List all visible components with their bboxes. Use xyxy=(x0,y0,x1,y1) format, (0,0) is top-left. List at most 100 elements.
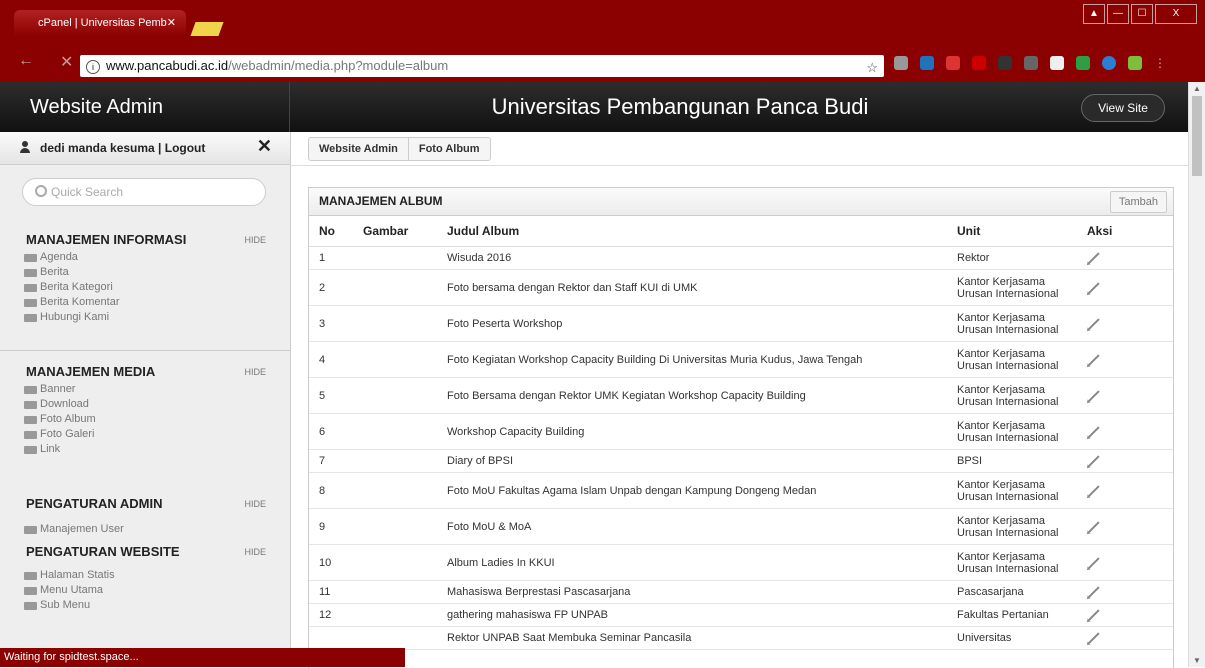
address-bar[interactable]: i www.pancabudi.ac.id/webadmin/media.php?… xyxy=(80,55,884,77)
sidebar-item-agenda[interactable]: Agenda xyxy=(24,250,266,265)
stop-icon[interactable]: ✕ xyxy=(60,52,73,72)
edit-pencil-icon[interactable] xyxy=(1088,484,1100,497)
view-site-button[interactable]: View Site xyxy=(1081,94,1165,122)
sidebar-item-sub-menu[interactable]: Sub Menu xyxy=(24,598,266,613)
sidebar-item-halaman-statis[interactable]: Halaman Statis xyxy=(24,568,266,583)
edit-pencil-icon[interactable] xyxy=(1088,281,1100,294)
hide-toggle[interactable]: HIDE xyxy=(244,542,266,562)
row-number: 7 xyxy=(309,449,353,473)
scroll-up-icon[interactable]: ▲ xyxy=(1193,84,1201,93)
edit-pencil-icon[interactable] xyxy=(1088,520,1100,533)
panel-title: MANAJEMEN ALBUM xyxy=(319,194,443,208)
row-image xyxy=(353,246,437,270)
edit-pencil-icon[interactable] xyxy=(1088,556,1100,569)
add-button[interactable]: Tambah xyxy=(1109,191,1167,213)
row-actions xyxy=(1077,603,1173,627)
sidebar-item-berita-komentar[interactable]: Berita Komentar xyxy=(24,295,266,310)
row-image xyxy=(353,472,437,509)
close-sidebar-icon[interactable]: ✕ xyxy=(257,136,272,157)
folder-icon xyxy=(24,526,37,534)
column-header: No xyxy=(309,216,353,247)
edit-pencil-icon[interactable] xyxy=(1088,317,1100,330)
maximize-button[interactable]: ☐ xyxy=(1131,4,1153,24)
sidebar-item-berita-kategori[interactable]: Berita Kategori xyxy=(24,280,266,295)
hide-toggle[interactable]: HIDE xyxy=(244,494,266,514)
sidebar-item-berita[interactable]: Berita xyxy=(24,265,266,280)
album-table: No Gambar Judul Album Unit Aksi 1 Wisuda … xyxy=(309,216,1173,650)
section-title: PENGATURAN ADMIN xyxy=(26,496,163,511)
row-title: Wisuda 2016 xyxy=(437,246,947,270)
adblock-icon[interactable] xyxy=(972,56,986,70)
sidebar-item-link[interactable]: Link xyxy=(24,442,266,457)
back-icon[interactable]: ← xyxy=(18,52,34,70)
tab-close-icon[interactable]: ✕ xyxy=(167,10,176,36)
row-number: 9 xyxy=(309,508,353,545)
section-manajemen-informasi: MANAJEMEN INFORMASI HIDE Agenda Berita B… xyxy=(24,230,266,325)
folder-icon xyxy=(24,416,37,424)
album-panel: MANAJEMEN ALBUM Tambah No Gambar Judul A… xyxy=(308,187,1174,668)
edit-pencil-icon[interactable] xyxy=(1088,252,1100,264)
row-actions xyxy=(1077,472,1173,509)
row-unit: Fakultas Pertanian xyxy=(947,603,1077,627)
row-actions xyxy=(1077,341,1173,378)
breadcrumb-item[interactable]: Foto Album xyxy=(407,138,490,160)
row-title: Workshop Capacity Building xyxy=(437,413,947,450)
sidebar-item-foto-galeri[interactable]: Foto Galeri xyxy=(24,427,266,442)
sidebar-item-hubungi-kami[interactable]: Hubungi Kami xyxy=(24,310,266,325)
browser-tab[interactable]: cPanel | Universitas Pemb ✕ xyxy=(14,10,186,36)
brand-title[interactable]: Website Admin xyxy=(0,82,290,132)
page-scrollbar[interactable]: ▲ ▼ xyxy=(1188,82,1205,667)
new-tab-button[interactable] xyxy=(190,22,224,36)
sidebar-item-menu-utama[interactable]: Menu Utama xyxy=(24,583,266,598)
row-title: Rektor UNPAB Saat Membuka Seminar Pancas… xyxy=(437,626,947,650)
row-image xyxy=(353,413,437,450)
edit-pencil-icon[interactable] xyxy=(1088,632,1100,644)
row-image xyxy=(353,508,437,545)
extension-icon[interactable] xyxy=(920,56,934,70)
row-image xyxy=(353,305,437,342)
row-unit: Kantor Kerjasama Urusan Internasional xyxy=(947,377,1077,414)
edit-pencil-icon[interactable] xyxy=(1088,609,1100,621)
edit-pencil-icon[interactable] xyxy=(1088,425,1100,438)
hide-toggle[interactable]: HIDE xyxy=(244,362,266,382)
extension-icon[interactable] xyxy=(1024,56,1038,70)
edit-pencil-icon[interactable] xyxy=(1088,353,1100,366)
extension-icon[interactable] xyxy=(1128,56,1142,70)
extension-icon[interactable] xyxy=(1102,56,1116,70)
edit-pencil-icon[interactable] xyxy=(1088,586,1100,598)
row-number: 4 xyxy=(309,341,353,378)
row-actions xyxy=(1077,413,1173,450)
sidebar-item-foto-album[interactable]: Foto Album xyxy=(24,412,266,427)
sidebar-item-download[interactable]: Download xyxy=(24,397,266,412)
close-window-button[interactable]: X xyxy=(1155,4,1197,24)
section-manajemen-media: MANAJEMEN MEDIA HIDE Banner Download Fot… xyxy=(24,362,266,457)
window-user-button[interactable]: ▲ xyxy=(1083,4,1105,24)
sidebar-item-banner[interactable]: Banner xyxy=(24,382,266,397)
quick-search-input[interactable]: Quick Search xyxy=(22,178,266,206)
hide-toggle[interactable]: HIDE xyxy=(244,230,266,250)
info-icon[interactable]: i xyxy=(86,60,100,74)
minimize-button[interactable]: — xyxy=(1107,4,1129,24)
folder-icon xyxy=(24,254,37,262)
menu-icon[interactable]: ⋮ xyxy=(1154,56,1168,70)
extension-icon[interactable] xyxy=(998,56,1012,70)
row-unit: Kantor Kerjasama Urusan Internasional xyxy=(947,544,1077,581)
edit-pencil-icon[interactable] xyxy=(1088,389,1100,402)
extension-icon[interactable] xyxy=(1050,56,1064,70)
edit-pencil-icon[interactable] xyxy=(1088,455,1100,467)
sidebar-item-manajemen-user[interactable]: Manajemen User xyxy=(24,522,266,537)
row-actions xyxy=(1077,580,1173,604)
extension-icon[interactable] xyxy=(1076,56,1090,70)
bookmark-star-icon[interactable]: ☆ xyxy=(866,57,878,79)
column-header: Aksi xyxy=(1077,216,1173,247)
row-unit: Kantor Kerjasama Urusan Internasional xyxy=(947,269,1077,306)
extension-icon[interactable] xyxy=(946,56,960,70)
status-bar: Waiting for spidtest.space... xyxy=(0,648,405,667)
user-logout-link[interactable]: dedi manda kesuma | Logout xyxy=(40,132,205,164)
scroll-down-icon[interactable]: ▼ xyxy=(1193,656,1201,665)
breadcrumb-item[interactable]: Website Admin xyxy=(309,138,408,160)
table-header-row: No Gambar Judul Album Unit Aksi xyxy=(309,216,1173,247)
scroll-thumb[interactable] xyxy=(1192,96,1202,176)
extension-icon[interactable] xyxy=(894,56,908,70)
row-number: 12 xyxy=(309,603,353,627)
